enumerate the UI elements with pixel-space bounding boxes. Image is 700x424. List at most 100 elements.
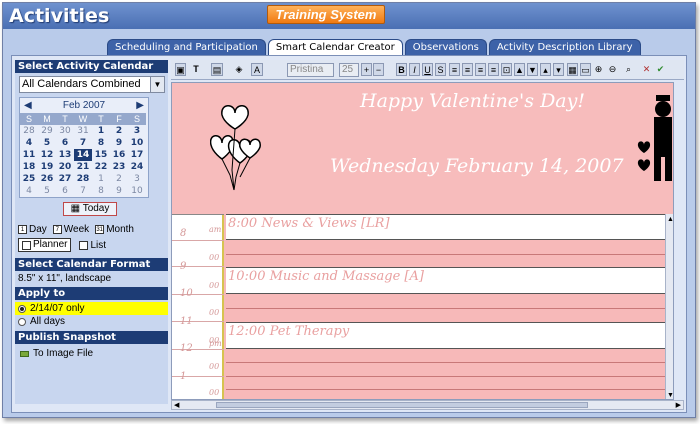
calendar-day[interactable]: 28 [20, 125, 38, 137]
calendar-day[interactable]: 11 [20, 149, 38, 161]
calendar-day[interactable]: 9 [110, 185, 128, 197]
scroll-up-icon[interactable]: ▲ [667, 216, 673, 223]
calendar-day[interactable]: 23 [110, 161, 128, 173]
radio-unselected[interactable] [18, 317, 26, 326]
calendar-day[interactable]: 10 [128, 185, 146, 197]
grid-icon[interactable]: ▦ [567, 63, 578, 76]
font-size-input[interactable]: 25 [339, 63, 359, 77]
calendar-day[interactable]: 25 [20, 173, 38, 185]
calendar-day[interactable]: 19 [38, 161, 56, 173]
justify-icon[interactable]: ≡ [488, 63, 499, 76]
calendar-day[interactable]: 12 [38, 149, 56, 161]
calendar-day[interactable]: 1 [92, 125, 110, 137]
calendar-day[interactable]: 3 [128, 173, 146, 185]
delete-icon[interactable]: ✕ [641, 63, 652, 76]
zoom-out-icon[interactable]: ⊖ [607, 63, 618, 76]
frame-icon[interactable]: ▭ [580, 63, 591, 76]
publish-image-file[interactable]: To Image File [15, 344, 168, 359]
calendar-day[interactable]: 31 [74, 125, 92, 137]
apply-option-single[interactable]: 2/14/07 only [15, 302, 168, 315]
apply-option-all[interactable]: All days [15, 315, 168, 328]
calendar-day[interactable]: 8 [92, 137, 110, 149]
calendar-day[interactable]: 9 [110, 137, 128, 149]
event-block[interactable]: 12:00 Pet Therapy [226, 322, 666, 349]
strikethrough-icon[interactable]: S [435, 63, 446, 76]
calendar-day[interactable]: 4 [20, 137, 38, 149]
layer-up-icon[interactable]: ▴ [540, 63, 551, 76]
calendar-day[interactable]: 14 [74, 149, 92, 161]
calendar-day[interactable]: 4 [20, 185, 38, 197]
calendar-day[interactable]: 22 [92, 161, 110, 173]
calendar-day[interactable]: 13 [56, 149, 74, 161]
view-week[interactable]: 7 Week [52, 224, 89, 235]
tab-observations[interactable]: Observations [404, 39, 487, 55]
font-color-icon[interactable]: A [251, 63, 263, 76]
calendar-day[interactable]: 10 [128, 137, 146, 149]
search-icon[interactable]: ⌕ [623, 63, 634, 76]
size-increase-icon[interactable]: + [361, 63, 372, 76]
vertical-scrollbar[interactable]: ▲ ▼ [665, 214, 673, 399]
calendar-day[interactable]: 16 [110, 149, 128, 161]
underline-icon[interactable]: U [422, 63, 433, 76]
calendar-day[interactable]: 29 [38, 125, 56, 137]
move-down-icon[interactable]: ▼ [527, 63, 538, 76]
calendar-day[interactable]: 17 [128, 149, 146, 161]
fill-color-icon[interactable]: ◈ [233, 63, 245, 76]
scroll-thumb[interactable] [216, 402, 588, 408]
view-planner[interactable]: Planner [18, 238, 72, 252]
align-left-icon[interactable]: ≡ [449, 63, 460, 76]
font-select[interactable]: Pristina [287, 63, 334, 77]
view-list[interactable]: List [79, 238, 106, 252]
calendar-day[interactable]: 5 [38, 185, 56, 197]
image-icon[interactable]: ▣ [175, 63, 186, 76]
event-block[interactable]: 10:00 Music and Massage [A] [226, 267, 666, 294]
calendar-select[interactable]: All Calendars Combined ▼ [19, 76, 165, 93]
calendar-day[interactable]: 26 [38, 173, 56, 185]
calendar-day[interactable]: 20 [56, 161, 74, 173]
calendar-day[interactable]: 24 [128, 161, 146, 173]
event-block[interactable]: 8:00 News & Views [LR] [226, 214, 666, 240]
zoom-box-icon[interactable]: ⊡ [501, 63, 512, 76]
layer-down-icon[interactable]: ▾ [553, 63, 564, 76]
tab-scheduling[interactable]: Scheduling and Participation [107, 39, 266, 55]
next-month-icon[interactable]: ▶ [136, 100, 144, 111]
insert-icon[interactable]: ▤ [211, 63, 223, 76]
scroll-down-icon[interactable]: ▼ [667, 392, 673, 399]
calendar-day[interactable]: 2 [110, 125, 128, 137]
horizontal-scrollbar[interactable]: ◀ ▶ [171, 400, 684, 410]
calendar-day[interactable]: 3 [128, 125, 146, 137]
calendar-day[interactable]: 15 [92, 149, 110, 161]
calendar-day[interactable]: 2 [110, 173, 128, 185]
radio-selected[interactable] [18, 304, 26, 313]
calendar-day[interactable]: 30 [56, 125, 74, 137]
align-center-icon[interactable]: ≡ [462, 63, 473, 76]
calendar-day[interactable]: 7 [74, 185, 92, 197]
calendar-day[interactable]: 27 [56, 173, 74, 185]
tab-smart-calendar[interactable]: Smart Calendar Creator [267, 39, 403, 56]
move-up-icon[interactable]: ▲ [514, 63, 525, 76]
view-month[interactable]: 31 Month [95, 224, 134, 235]
calendar-canvas[interactable]: Happy Valentine's Day! Wednesday Februar… [171, 82, 674, 400]
calendar-day[interactable]: 5 [38, 137, 56, 149]
italic-icon[interactable]: I [409, 63, 420, 76]
calendar-day[interactable]: 21 [74, 161, 92, 173]
confirm-icon[interactable]: ✔ [655, 63, 666, 76]
align-right-icon[interactable]: ≡ [475, 63, 486, 76]
calendar-day[interactable]: 28 [74, 173, 92, 185]
today-button[interactable]: ▦ Today [63, 202, 117, 216]
text-tool-icon[interactable]: T [189, 63, 203, 76]
calendar-day[interactable]: 1 [92, 173, 110, 185]
view-day[interactable]: 1 Day [18, 224, 47, 235]
scroll-right-icon[interactable]: ▶ [676, 401, 681, 409]
calendar-day[interactable]: 8 [92, 185, 110, 197]
calendar-day[interactable]: 18 [20, 161, 38, 173]
calendar-day[interactable]: 7 [74, 137, 92, 149]
calendar-day[interactable]: 6 [56, 137, 74, 149]
size-decrease-icon[interactable]: − [373, 63, 384, 76]
zoom-in-icon[interactable]: ⊕ [593, 63, 604, 76]
scroll-left-icon[interactable]: ◀ [174, 401, 179, 409]
bold-icon[interactable]: B [396, 63, 407, 76]
calendar-day[interactable]: 6 [56, 185, 74, 197]
prev-month-icon[interactable]: ◀ [24, 100, 32, 111]
chevron-down-icon[interactable]: ▼ [150, 77, 164, 92]
